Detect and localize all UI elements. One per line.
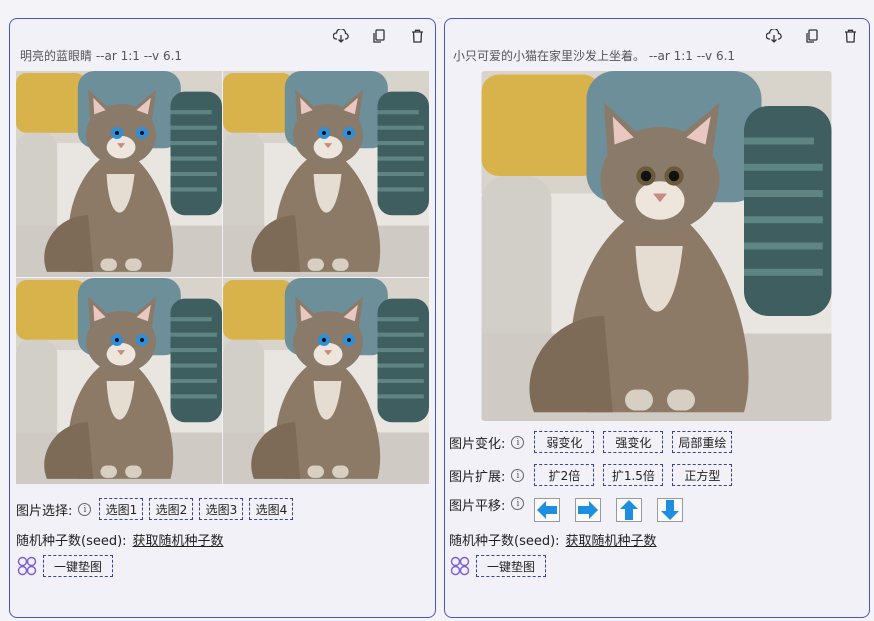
inpaint-button[interactable]: 局部重绘	[672, 431, 733, 453]
variation-row: 图片变化: i 弱变化 强变化 局部重绘	[449, 431, 740, 453]
expand-2x-button[interactable]: 扩2倍	[534, 464, 595, 486]
left-toolbar	[332, 27, 426, 45]
arrow-left-icon[interactable]	[534, 498, 561, 522]
expand-1-5x-button[interactable]: 扩1.5倍	[603, 464, 664, 486]
get-random-seed-link[interactable]: 获取随机种子数	[133, 530, 224, 549]
arrow-up-icon[interactable]	[616, 498, 643, 522]
trash-icon[interactable]	[841, 27, 859, 45]
copy-icon[interactable]	[370, 27, 388, 45]
seed-row: 随机种子数(seed): 获取随机种子数	[449, 530, 657, 549]
prompt-text: 小只可爱的小猫在家里沙发上坐着。 --ar 1:1 --v 6.1	[453, 49, 736, 63]
pad-image-row: 一键垫图	[449, 555, 554, 577]
info-icon[interactable]: i	[511, 497, 525, 510]
result-image[interactable]	[481, 71, 832, 421]
pan-row: 图片平移: i	[449, 495, 698, 522]
copy-icon[interactable]	[803, 27, 821, 45]
cloud-download-icon[interactable]	[332, 27, 350, 45]
image-select-row: 图片选择: i 选图1 选图2 选图3 选图4	[16, 498, 301, 520]
cloud-download-icon[interactable]	[765, 27, 783, 45]
grid-image-4[interactable]	[223, 278, 429, 484]
info-icon[interactable]: i	[78, 502, 92, 516]
prompt-text: 明亮的蓝眼睛 --ar 1:1 --v 6.1	[20, 49, 183, 63]
seed-row: 随机种子数(seed): 获取随机种子数	[16, 530, 224, 549]
pan-label: 图片平移:	[449, 499, 506, 514]
seed-label: 随机种子数(seed):	[449, 534, 560, 549]
seed-label: 随机种子数(seed):	[16, 534, 127, 549]
expand-label: 图片扩展:	[449, 469, 506, 485]
trash-icon[interactable]	[408, 27, 426, 45]
pad-image-row: 一键垫图	[16, 555, 121, 577]
variation-label: 图片变化:	[449, 436, 506, 452]
arrow-down-icon[interactable]	[657, 498, 684, 522]
arrow-right-icon[interactable]	[575, 498, 602, 522]
get-random-seed-link[interactable]: 获取随机种子数	[566, 530, 657, 549]
grid-image-1[interactable]	[16, 71, 222, 277]
pad-image-button[interactable]: 一键垫图	[476, 555, 546, 577]
right-toolbar	[765, 27, 859, 45]
left-result-card: 明亮的蓝眼睛 --ar 1:1 --v 6.1 图片选择: i 选图1 选图2 …	[9, 18, 436, 618]
pad-image-button[interactable]: 一键垫图	[43, 555, 113, 577]
grid-image-3[interactable]	[16, 278, 222, 484]
grid-image-2[interactable]	[223, 71, 429, 277]
square-button[interactable]: 正方型	[672, 464, 733, 486]
clover-icon[interactable]	[16, 555, 38, 577]
select-image-1-button[interactable]: 选图1	[99, 498, 144, 520]
select-image-3-button[interactable]: 选图3	[199, 498, 244, 520]
clover-icon[interactable]	[449, 555, 471, 577]
info-icon[interactable]: i	[511, 435, 525, 449]
weak-variation-button[interactable]: 弱变化	[534, 431, 595, 453]
select-image-2-button[interactable]: 选图2	[149, 498, 194, 520]
strong-variation-button[interactable]: 强变化	[603, 431, 664, 453]
expand-row: 图片扩展: i 扩2倍 扩1.5倍 正方型	[449, 464, 740, 486]
select-image-4-button[interactable]: 选图4	[249, 498, 294, 520]
right-result-card: 小只可爱的小猫在家里沙发上坐着。 --ar 1:1 --v 6.1 图片变化: …	[444, 18, 870, 618]
image-select-label: 图片选择:	[16, 503, 73, 519]
info-icon[interactable]: i	[511, 468, 525, 482]
